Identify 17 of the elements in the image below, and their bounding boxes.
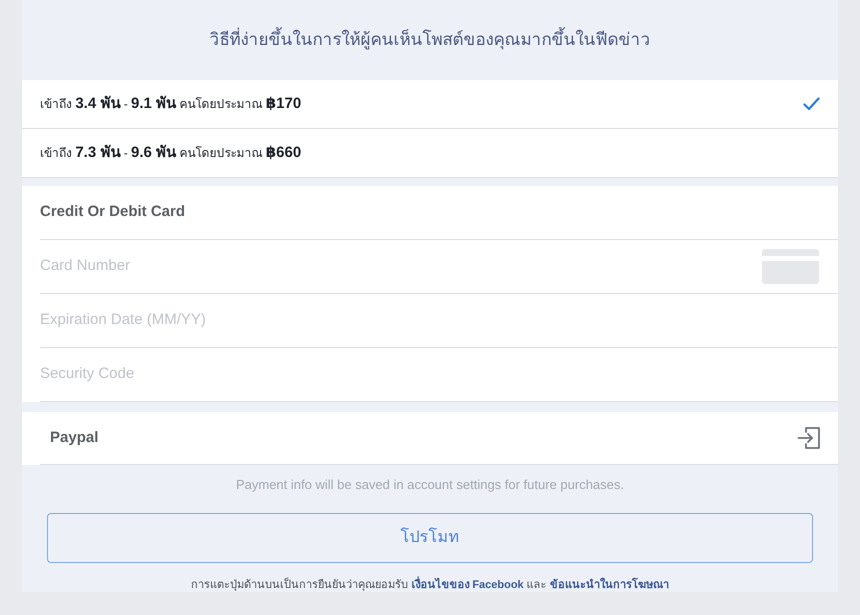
card-number-field[interactable]: Card Number (40, 240, 754, 293)
promote-button[interactable]: โปรโมท (47, 512, 813, 562)
audience-option[interactable]: เข้าถึง 7.3 พัน - 9.6 พัน คนโดยประมาณ ฿660 (22, 129, 838, 178)
terms-text: การแตะปุ่มด้านบนเป็นการยืนยันว่าคุณยอมรับ เงื่อนไขของ Facebook และ ข้อแนะนำในการโฆษณา (22, 576, 838, 593)
section-title: Credit Or Debit Card (40, 202, 186, 222)
info-note: Payment info will be saved in account settings for future purchases. (234, 476, 626, 494)
paypal-label: Paypal (50, 428, 98, 448)
audience-option[interactable]: เข้าถึง 3.4 พัน - 9.1 พัน คนโดยประมาณ ฿170 (22, 80, 838, 129)
credit-card-icon (762, 249, 819, 284)
option-text: เข้าถึง 7.3 พัน - 9.6 พัน คนโดยประมาณ ฿660 (40, 142, 302, 163)
sign-in-icon (797, 426, 821, 450)
input-field[interactable]: Security Code (40, 348, 819, 401)
ad-guidelines-link[interactable]: ข้อแนะนำในการโฆษณา (550, 578, 669, 590)
terms-link[interactable]: เงื่อนไขของ Facebook (411, 578, 524, 590)
option-text: เข้าถึง 3.4 พัน - 9.1 พัน คนโดยประมาณ ฿170 (40, 94, 302, 114)
input-field[interactable]: Expiration Date (MM/YY) (40, 294, 819, 347)
header-title: วิธีที่ง่ายขึ้นในการให้ผู้คนเห็นโพสต์ของคุณมากขึ้นในฟีดข่าว (210, 27, 650, 53)
